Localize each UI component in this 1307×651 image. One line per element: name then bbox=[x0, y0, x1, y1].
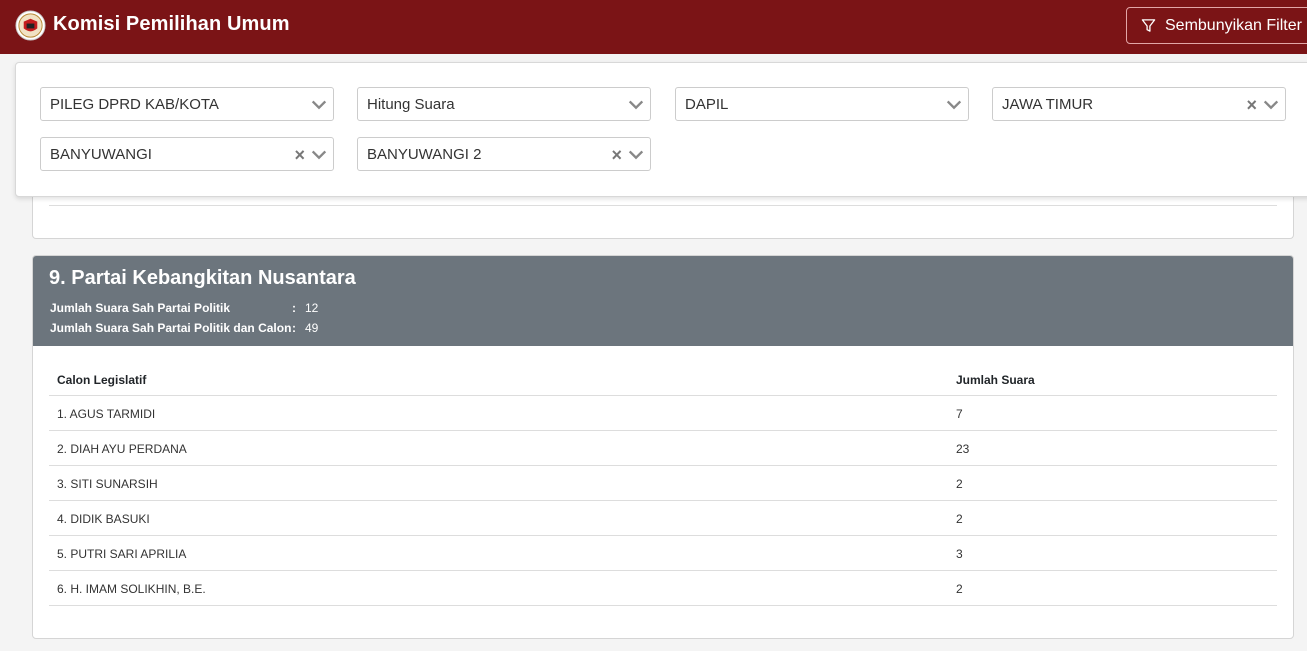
clear-x-icon[interactable]: × bbox=[611, 145, 622, 166]
separator: : bbox=[292, 321, 296, 335]
separator: : bbox=[292, 301, 296, 315]
candidate-name: 2. DIAH AYU PERDANA bbox=[57, 442, 187, 456]
clear-x-icon[interactable]: × bbox=[1246, 95, 1257, 116]
divider bbox=[49, 205, 1277, 206]
chevron-down-icon bbox=[311, 100, 327, 110]
select-value: BANYUWANGI bbox=[50, 146, 152, 163]
party-votes-label: Jumlah Suara Sah Partai Politik bbox=[50, 301, 231, 315]
select-value: DAPIL bbox=[685, 96, 729, 113]
data-type-select[interactable]: Hitung Suara bbox=[357, 87, 651, 121]
party-and-candidate-votes-value: 49 bbox=[305, 321, 319, 335]
table-row: 3. SITI SUNARSIH 2 bbox=[49, 466, 1277, 501]
election-type-select[interactable]: PILEG DPRD KAB/KOTA bbox=[40, 87, 334, 121]
chevron-down-icon bbox=[311, 150, 327, 160]
candidate-votes: 2 bbox=[956, 477, 963, 491]
party-card: 9. Partai Kebangkitan Nusantara Jumlah S… bbox=[32, 255, 1294, 639]
select-value: Hitung Suara bbox=[367, 96, 455, 113]
chevron-down-icon bbox=[946, 100, 962, 110]
party-name: 9. Partai Kebangkitan Nusantara bbox=[49, 267, 356, 289]
table-row: 2. DIAH AYU PERDANA 23 bbox=[49, 431, 1277, 466]
hide-filter-label: Sembunyikan Filter bbox=[1165, 16, 1302, 34]
party-votes-value: 12 bbox=[305, 301, 319, 315]
table-row: 4. DIDIK BASUKI 2 bbox=[49, 501, 1277, 536]
chevron-down-icon bbox=[1263, 100, 1279, 110]
table-row: 5. PUTRI SARI APRILIA 3 bbox=[49, 536, 1277, 571]
region-level-select[interactable]: DAPIL bbox=[675, 87, 969, 121]
candidate-name: 5. PUTRI SARI APRILIA bbox=[57, 547, 187, 561]
chevron-down-icon bbox=[628, 100, 644, 110]
column-header-votes: Jumlah Suara bbox=[956, 373, 1035, 387]
column-header-candidate: Calon Legislatif bbox=[57, 373, 147, 387]
party-card-header: 9. Partai Kebangkitan Nusantara Jumlah S… bbox=[33, 256, 1293, 346]
select-value: BANYUWANGI 2 bbox=[367, 146, 482, 163]
previous-party-card bbox=[32, 190, 1294, 239]
clear-x-icon[interactable]: × bbox=[294, 145, 305, 166]
chevron-down-icon bbox=[628, 150, 644, 160]
app-title[interactable]: Komisi Pemilihan Umum bbox=[53, 13, 290, 36]
party-and-candidate-votes-label: Jumlah Suara Sah Partai Politik dan Calo… bbox=[50, 321, 292, 335]
select-value: JAWA TIMUR bbox=[1002, 96, 1094, 113]
province-select[interactable]: JAWA TIMUR × bbox=[992, 87, 1286, 121]
candidate-name: 3. SITI SUNARSIH bbox=[57, 477, 158, 491]
candidate-votes: 3 bbox=[956, 547, 963, 561]
candidate-name: 1. AGUS TARMIDI bbox=[57, 407, 156, 421]
electoral-district-select[interactable]: BANYUWANGI 2 × bbox=[357, 137, 651, 171]
kpu-logo-icon[interactable] bbox=[15, 10, 46, 41]
filter-panel: PILEG DPRD KAB/KOTA Hitung Suara DAPIL J… bbox=[15, 62, 1307, 197]
candidate-votes: 7 bbox=[956, 407, 963, 421]
candidate-name: 4. DIDIK BASUKI bbox=[57, 512, 150, 526]
top-navbar: Komisi Pemilihan Umum Sembunyikan Filter bbox=[0, 0, 1307, 54]
filter-icon bbox=[1141, 19, 1156, 32]
table-row: 6. H. IMAM SOLIKHIN, B.E. 2 bbox=[49, 571, 1277, 606]
hide-filter-button[interactable]: Sembunyikan Filter bbox=[1126, 7, 1307, 44]
table-header: Calon Legislatif Jumlah Suara bbox=[49, 361, 1277, 396]
regency-select[interactable]: BANYUWANGI × bbox=[40, 137, 334, 171]
candidate-name: 6. H. IMAM SOLIKHIN, B.E. bbox=[57, 582, 206, 596]
candidate-votes: 23 bbox=[956, 442, 970, 456]
select-value: PILEG DPRD KAB/KOTA bbox=[50, 96, 219, 113]
candidate-votes: 2 bbox=[956, 512, 963, 526]
table-row: 1. AGUS TARMIDI 7 bbox=[49, 396, 1277, 431]
candidate-votes: 2 bbox=[956, 582, 963, 596]
